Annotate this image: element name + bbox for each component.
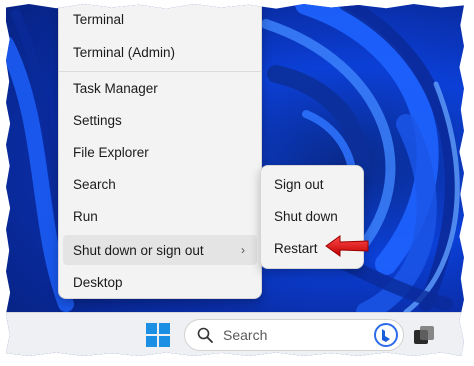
menu-item-label: Task Manager: [73, 80, 158, 96]
menu-item-shut-down-or-sign-out[interactable]: Shut down or sign out ›: [63, 235, 257, 265]
menu-item-task-manager[interactable]: Task Manager: [63, 73, 257, 103]
taskbar: [6, 312, 464, 356]
menu-item-search[interactable]: Search: [63, 169, 257, 199]
menu-item-label: Run: [73, 208, 98, 224]
menu-item-label: Terminal (Admin): [73, 44, 176, 60]
winx-context-menu: Terminal Terminal (Admin) Task Manager S…: [58, 4, 262, 299]
menu-separator: [59, 71, 261, 72]
menu-item-label: Settings: [73, 112, 122, 128]
submenu-item-sign-out[interactable]: Sign out: [265, 169, 359, 199]
screenshot-frame: Terminal Terminal (Admin) Task Manager S…: [6, 4, 464, 356]
submenu-item-label: Shut down: [274, 208, 338, 224]
red-arrow-icon: [325, 235, 369, 257]
submenu-item-shut-down[interactable]: Shut down: [265, 201, 359, 231]
taskbar-search-box[interactable]: [184, 319, 404, 351]
menu-item-label: Desktop: [73, 274, 123, 290]
menu-item-settings[interactable]: Settings: [63, 105, 257, 135]
submenu-item-label: Restart: [274, 240, 318, 256]
bing-chat-icon[interactable]: [373, 322, 399, 348]
menu-item-run[interactable]: Run: [63, 201, 257, 231]
search-input[interactable]: [221, 326, 355, 344]
task-view-icon[interactable]: [414, 326, 434, 344]
menu-item-desktop[interactable]: Desktop: [63, 267, 257, 297]
search-icon: [197, 327, 213, 343]
submenu-item-label: Sign out: [274, 176, 324, 192]
menu-item-terminal-admin[interactable]: Terminal (Admin): [63, 37, 257, 67]
menu-item-label: Terminal: [73, 11, 125, 27]
menu-item-terminal[interactable]: Terminal: [63, 4, 257, 34]
menu-item-label: Shut down or sign out: [73, 242, 204, 258]
menu-item-file-explorer[interactable]: File Explorer: [63, 137, 257, 167]
windows-start-icon[interactable]: [146, 323, 170, 347]
chevron-right-icon: ›: [241, 243, 245, 257]
menu-item-label: Search: [73, 176, 116, 192]
menu-item-label: File Explorer: [73, 144, 149, 160]
